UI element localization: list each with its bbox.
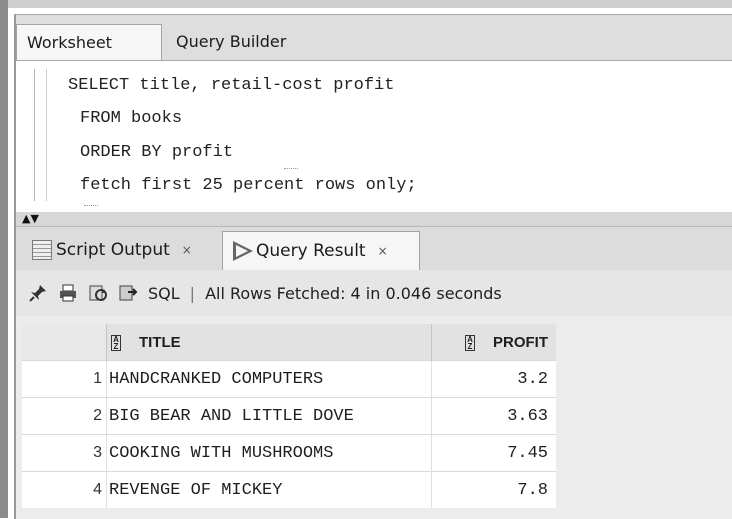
main-frame: Worksheet Query Builder SELECT title, re… [14,14,732,519]
cell-title[interactable]: REVENGE OF MICKEY [106,471,432,508]
row-number: 3 [22,434,107,472]
tab-query-builder[interactable]: Query Builder [176,24,326,60]
cell-profit[interactable]: 3.2 [431,360,556,398]
sql-button[interactable]: SQL [148,284,180,303]
table-row[interactable]: 1 HANDCRANKED COMPUTERS 3.2 [22,360,556,398]
sort-az-icon[interactable]: AZ [111,334,121,351]
tab-script-output[interactable]: Script Output × [18,231,218,269]
squiggle-underline [284,164,298,169]
row-number: 4 [22,471,107,508]
close-icon[interactable]: × [378,232,388,270]
result-toolbar: SQL | All Rows Fetched: 4 in 0.046 secon… [16,270,732,316]
export-icon[interactable] [118,283,138,303]
play-icon [233,241,253,261]
column-header-title-label: TITLE [139,333,181,351]
editor-tab-bar: Worksheet Query Builder [16,15,732,60]
result-table: A Z TITLE A Z PROFIT 1 HANDCRANKED COMPUTERS… [22,324,556,508]
fetch-status: All Rows Fetched: 4 in 0.046 seconds [205,283,502,303]
pane-splitter[interactable]: ▲▼ [16,212,732,226]
editor-gutter-line [34,69,35,201]
print-icon[interactable] [58,283,78,303]
sql-line-4: fetch first 25 percent rows only; [80,176,417,195]
column-header-profit[interactable]: A Z PROFIT [431,324,556,361]
cell-profit[interactable]: 7.8 [431,471,556,508]
tab-script-output-label: Script Output [56,240,170,260]
sql-line-1: SELECT title, retail-cost profit [68,76,395,95]
cell-profit[interactable]: 7.45 [431,434,556,472]
row-number: 1 [22,360,107,398]
table-row[interactable]: 3 COOKING WITH MUSHROOMS 7.45 [22,434,556,472]
window-left-edge [0,0,8,518]
sql-editor[interactable]: SELECT title, retail-cost profit FROM bo… [16,60,732,214]
pin-icon[interactable] [28,283,48,303]
cell-profit[interactable]: 3.63 [431,397,556,435]
tab-worksheet[interactable]: Worksheet [16,24,162,60]
cell-title[interactable]: HANDCRANKED COMPUTERS [106,360,432,398]
row-number-header [22,324,107,361]
sort-az-icon[interactable]: AZ [465,334,475,351]
column-header-profit-label: PROFIT [493,333,548,351]
cell-title[interactable]: BIG BEAR AND LITTLE DOVE [106,397,432,435]
result-grid: A Z TITLE A Z PROFIT 1 HANDCRANKED COMPUTERS… [16,316,732,519]
toolbar-separator: | [189,283,196,303]
table-row[interactable]: 4 REVENGE OF MICKEY 7.8 [22,471,556,508]
output-tab-bar: Script Output × Query Result × [16,226,732,271]
cell-title[interactable]: COOKING WITH MUSHROOMS [106,434,432,472]
script-icon [32,240,52,260]
tab-query-result-label: Query Result [256,241,366,261]
window-top-band [8,0,732,8]
splitter-arrows-icon[interactable]: ▲▼ [22,212,39,225]
column-header-title[interactable]: A Z TITLE [106,324,432,361]
squiggle-underline [84,201,98,206]
sql-line-2: FROM books [80,109,183,128]
refresh-icon[interactable] [88,283,108,303]
close-icon[interactable]: × [182,231,192,269]
row-number: 2 [22,397,107,435]
table-row[interactable]: 2 BIG BEAR AND LITTLE DOVE 3.63 [22,397,556,435]
tab-query-result[interactable]: Query Result × [222,231,420,270]
sql-line-3: ORDER BY profit [80,143,234,162]
editor-indent-guide [46,69,47,201]
